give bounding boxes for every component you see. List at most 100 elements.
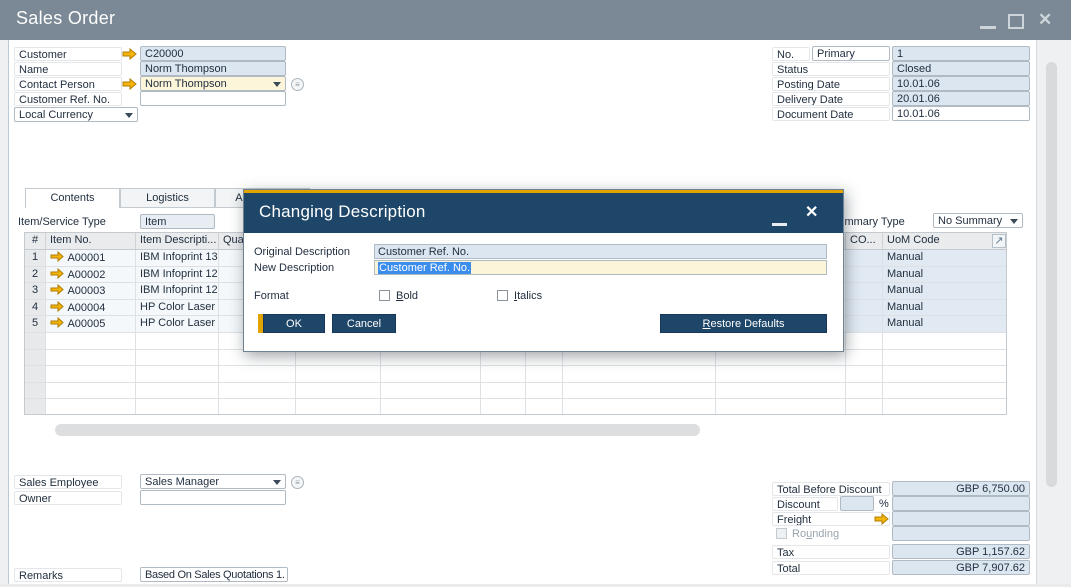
table-cell[interactable]: IBM Infoprint 122 (136, 267, 219, 283)
table-cell[interactable] (25, 383, 46, 399)
column-header[interactable]: # (25, 233, 46, 249)
owner-field[interactable] (140, 490, 286, 505)
table-cell[interactable] (136, 366, 219, 382)
menu-circle-icon[interactable]: ≡ (291, 476, 304, 489)
table-cell[interactable] (136, 333, 219, 349)
table-cell[interactable]: Manual (883, 316, 1007, 332)
table-cell[interactable] (716, 399, 846, 415)
table-cell[interactable] (136, 383, 219, 399)
column-header[interactable]: CO... (846, 233, 883, 249)
table-cell[interactable] (716, 366, 846, 382)
link-arrow-icon[interactable] (50, 301, 65, 312)
table-cell[interactable] (563, 399, 716, 415)
table-cell[interactable]: A00005 (46, 316, 136, 332)
link-arrow-icon[interactable] (50, 284, 65, 295)
table-cell[interactable]: 2 (25, 267, 46, 283)
table-cell[interactable] (846, 399, 883, 415)
table-cell[interactable] (46, 399, 136, 415)
table-cell[interactable]: 3 (25, 283, 46, 299)
table-cell[interactable] (25, 366, 46, 382)
table-cell[interactable] (526, 366, 563, 382)
column-header[interactable]: Item Descripti... (136, 233, 219, 249)
table-cell[interactable] (846, 383, 883, 399)
restore-defaults-button[interactable]: Restore Defaults (660, 314, 827, 333)
no-series-field[interactable]: Primary (812, 46, 890, 61)
table-cell[interactable]: HP Color Laser Je (136, 300, 219, 316)
table-cell[interactable] (716, 383, 846, 399)
table-cell[interactable] (381, 366, 481, 382)
tab-contents[interactable]: Contents (25, 188, 120, 208)
no-value-field[interactable]: 1 (892, 46, 1030, 61)
document-date-field[interactable]: 10.01.06 (892, 106, 1030, 121)
table-cell[interactable] (25, 350, 46, 366)
summary-type-dropdown[interactable]: No Summary (933, 213, 1023, 228)
table-cell[interactable] (846, 316, 883, 332)
contact-person-dropdown[interactable]: Norm Thompson (140, 76, 286, 91)
sales-employee-dropdown[interactable]: Sales Manager (140, 474, 286, 489)
table-cell[interactable] (481, 399, 526, 415)
menu-circle-icon[interactable]: ≡ (291, 78, 304, 91)
table-cell[interactable] (296, 366, 381, 382)
table-row[interactable] (25, 383, 1006, 400)
table-cell[interactable] (846, 333, 883, 349)
tab-logistics[interactable]: Logistics (120, 188, 215, 208)
table-cell[interactable]: A00004 (46, 300, 136, 316)
table-cell[interactable] (381, 399, 481, 415)
table-cell[interactable]: A00003 (46, 283, 136, 299)
link-arrow-icon[interactable] (50, 268, 65, 279)
table-cell[interactable]: 5 (25, 316, 46, 332)
table-cell[interactable] (883, 333, 1007, 349)
table-cell[interactable] (481, 383, 526, 399)
table-cell[interactable] (219, 366, 296, 382)
table-cell[interactable] (883, 399, 1007, 415)
table-cell[interactable] (25, 333, 46, 349)
table-cell[interactable] (219, 383, 296, 399)
table-cell[interactable] (296, 399, 381, 415)
table-cell[interactable] (381, 383, 481, 399)
table-cell[interactable] (481, 366, 526, 382)
table-cell[interactable]: 4 (25, 300, 46, 316)
table-cell[interactable]: Manual (883, 300, 1007, 316)
table-cell[interactable] (846, 250, 883, 266)
table-cell[interactable]: IBM Infoprint 122 (136, 283, 219, 299)
table-cell[interactable]: Manual (883, 250, 1007, 266)
customer-field[interactable]: C20000 (140, 46, 286, 61)
table-cell[interactable] (46, 366, 136, 382)
remarks-field[interactable]: Based On Sales Quotations 1. (140, 567, 288, 582)
status-field[interactable]: Closed (892, 61, 1030, 76)
table-cell[interactable] (846, 366, 883, 382)
table-cell[interactable] (526, 399, 563, 415)
link-arrow-icon[interactable] (50, 251, 65, 262)
expand-grid-icon[interactable]: ↗ (992, 234, 1006, 248)
bold-checkbox[interactable] (379, 290, 390, 301)
table-cell[interactable]: 1 (25, 250, 46, 266)
table-cell[interactable] (846, 267, 883, 283)
close-icon[interactable]: ✕ (1038, 10, 1052, 30)
italics-checkbox[interactable] (497, 290, 508, 301)
table-cell[interactable] (883, 350, 1007, 366)
vertical-scrollbar[interactable] (1046, 62, 1057, 487)
table-cell[interactable] (883, 366, 1007, 382)
table-cell[interactable] (883, 383, 1007, 399)
table-cell[interactable]: HP Color Laser Je (136, 316, 219, 332)
table-cell[interactable]: A00001 (46, 250, 136, 266)
rounding-checkbox[interactable] (776, 528, 787, 539)
link-arrow-icon[interactable] (122, 48, 137, 60)
table-cell[interactable] (563, 366, 716, 382)
horizontal-scrollbar[interactable] (55, 424, 700, 436)
discount-percent-field[interactable] (840, 496, 874, 511)
table-cell[interactable] (846, 350, 883, 366)
table-cell[interactable] (296, 383, 381, 399)
table-cell[interactable]: A00002 (46, 267, 136, 283)
table-row[interactable] (25, 350, 1006, 367)
currency-dropdown[interactable]: Local Currency (14, 107, 138, 122)
table-cell[interactable] (563, 383, 716, 399)
name-field[interactable]: Norm Thompson (140, 61, 286, 76)
dialog-minimize-icon[interactable] (772, 223, 787, 226)
table-cell[interactable] (46, 333, 136, 349)
table-cell[interactable] (526, 383, 563, 399)
table-cell[interactable] (846, 300, 883, 316)
minimize-icon[interactable] (980, 26, 996, 29)
table-cell[interactable]: Manual (883, 283, 1007, 299)
original-description-field[interactable]: Customer Ref. No. (374, 244, 827, 259)
